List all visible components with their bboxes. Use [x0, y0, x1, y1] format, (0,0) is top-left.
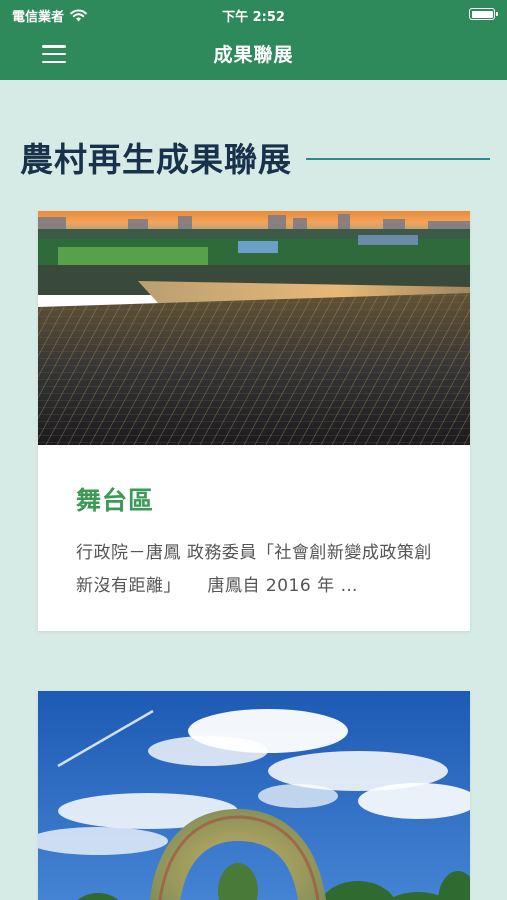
card-title: 舞台區: [76, 486, 155, 515]
section-header: 農村再生成果聯展: [20, 132, 490, 182]
heading-divider: [306, 158, 490, 160]
exhibit-card[interactable]: [38, 691, 470, 900]
content-scroll[interactable]: 農村再生成果聯展 舞台區 行政院－唐鳳 政務委員「社會創新變成政策創新沒有距離」…: [0, 80, 507, 900]
card-body: 舞台區 行政院－唐鳳 政務委員「社會創新變成政策創新沒有距離」 唐鳳自 2016…: [38, 445, 470, 603]
exhibit-card[interactable]: 舞台區 行政院－唐鳳 政務委員「社會創新變成政策創新沒有距離」 唐鳳自 2016…: [38, 211, 470, 631]
status-time: 下午 2:52: [222, 10, 285, 25]
card-image-solar-farm: [38, 211, 470, 445]
battery-icon: [469, 8, 498, 20]
card-description: 行政院－唐鳳 政務委員「社會創新變成政策創新沒有距離」 唐鳳自 2016 年 …: [76, 543, 432, 596]
section-heading: 農村再生成果聯展: [20, 140, 292, 179]
status-bar: 電信業者 下午 2:52: [0, 0, 507, 28]
card-image-sculpture: [38, 691, 470, 900]
nav-title: 成果聯展: [213, 44, 294, 66]
nav-bar: 成果聯展: [0, 28, 507, 80]
